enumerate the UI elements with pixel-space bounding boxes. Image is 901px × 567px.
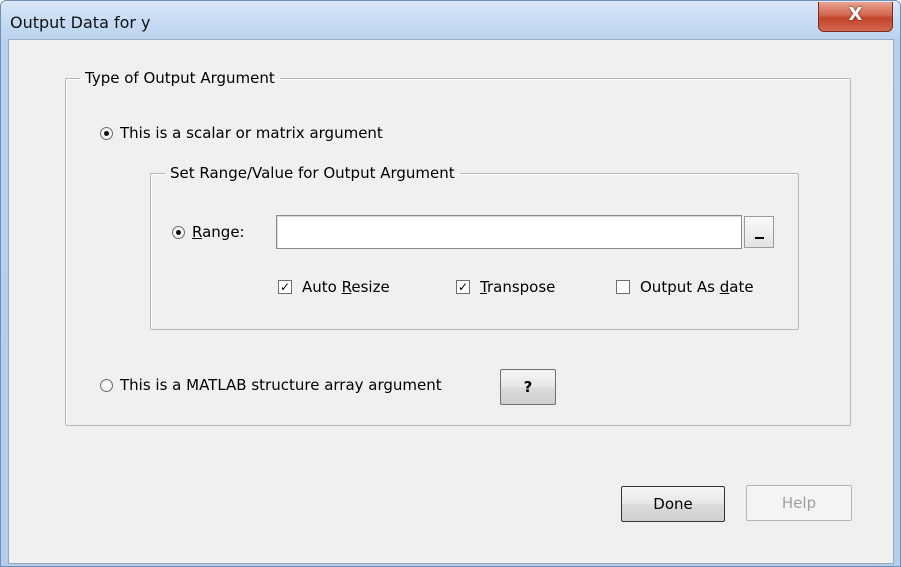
close-icon: X — [848, 4, 863, 25]
title-bar[interactable]: Output Data for y X — [1, 1, 900, 39]
output-as-date-checkbox[interactable]: Output As date — [616, 278, 754, 296]
done-button[interactable]: Done — [621, 486, 725, 522]
structure-array-radio[interactable]: This is a MATLAB structure array argumen… — [100, 376, 442, 394]
help-question-button[interactable]: ? — [500, 369, 556, 405]
scalar-matrix-radio[interactable]: This is a scalar or matrix argument — [100, 124, 383, 142]
structure-array-label: This is a MATLAB structure array argumen… — [120, 376, 442, 394]
close-button[interactable]: X — [818, 2, 893, 32]
auto-resize-check-box[interactable]: ✓ — [278, 280, 292, 294]
transpose-label: Transpose — [480, 278, 556, 296]
structure-array-radio-circle[interactable] — [100, 378, 113, 392]
dialog-window: Output Data for y X Type of Output Argum… — [0, 0, 901, 567]
collapse-dialog-icon[interactable] — [744, 216, 774, 248]
range-radio-circle[interactable] — [172, 225, 185, 239]
output-as-date-label: Output As date — [640, 278, 754, 296]
auto-resize-label: Auto Resize — [302, 278, 390, 296]
help-button-label: Help — [781, 494, 817, 512]
dialog-body: Type of Output Argument This is a scalar… — [8, 39, 894, 564]
scalar-matrix-label: This is a scalar or matrix argument — [120, 124, 383, 142]
done-button-label: Done — [653, 495, 693, 513]
set-range-value-legend: Set Range/Value for Output Argument — [170, 164, 455, 182]
range-label: Range: — [192, 223, 245, 241]
range-input[interactable] — [276, 215, 742, 249]
scalar-matrix-radio-circle[interactable] — [100, 126, 113, 140]
help-button[interactable]: Help — [746, 485, 852, 521]
type-of-output-legend: Type of Output Argument — [85, 69, 275, 87]
output-as-date-check-box[interactable] — [616, 280, 630, 294]
auto-resize-checkbox[interactable]: ✓ Auto Resize — [278, 278, 390, 296]
question-icon: ? — [523, 378, 533, 396]
range-radio[interactable]: Range: — [172, 223, 245, 241]
window-title: Output Data for y — [10, 13, 151, 32]
transpose-checkbox[interactable]: ✓ Transpose — [456, 278, 555, 296]
transpose-check-box[interactable]: ✓ — [456, 280, 470, 294]
